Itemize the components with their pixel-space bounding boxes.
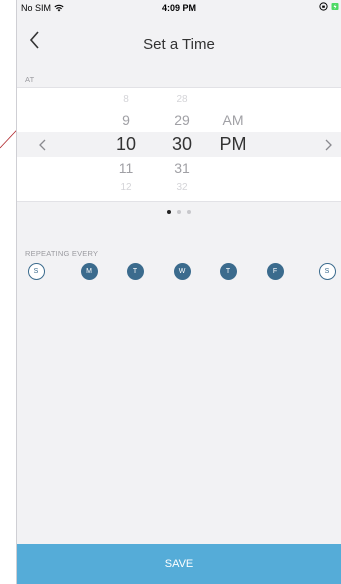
at-section-label: AT xyxy=(25,75,35,84)
hour-option[interactable]: 11 xyxy=(109,160,143,176)
page-title: Set a Time xyxy=(143,36,215,53)
minute-option-selected[interactable]: 30 xyxy=(165,134,199,155)
day-toggle-saturday[interactable]: S xyxy=(318,263,336,280)
status-bar: No SIM 4:09 PM xyxy=(17,0,341,18)
page-dot[interactable] xyxy=(177,210,181,214)
day-toggle-wednesday[interactable]: W xyxy=(173,263,191,280)
save-button[interactable]: SAVE xyxy=(17,544,341,584)
chevron-left-icon xyxy=(39,139,46,151)
day-toggle-friday[interactable]: F xyxy=(266,263,284,280)
page-dot[interactable] xyxy=(187,210,191,214)
weekday-selector: S M T W T F S xyxy=(17,263,341,291)
day-toggle-thursday[interactable]: T xyxy=(219,263,237,280)
hour-option[interactable]: 9 xyxy=(109,112,143,128)
day-toggle-tuesday[interactable]: T xyxy=(126,263,144,280)
minute-option[interactable]: 31 xyxy=(165,160,199,176)
day-toggle-sunday[interactable]: S xyxy=(27,263,45,280)
hour-option[interactable]: 8 xyxy=(109,94,143,105)
period-option[interactable]: AM xyxy=(216,112,250,128)
next-button[interactable] xyxy=(321,137,335,153)
page-dot-active[interactable] xyxy=(167,210,171,214)
status-right xyxy=(319,2,339,11)
phone-screen: No SIM 4:09 PM Set a Time AT 8 9 10 11 1… xyxy=(16,0,341,584)
hour-option[interactable]: 12 xyxy=(109,182,143,193)
hour-option-selected[interactable]: 10 xyxy=(109,134,143,155)
minute-option[interactable]: 28 xyxy=(165,94,199,105)
status-time: 4:09 PM xyxy=(161,3,196,13)
chevron-right-icon xyxy=(325,139,332,151)
period-option-selected[interactable]: PM xyxy=(216,134,250,155)
previous-button[interactable] xyxy=(36,137,50,153)
navigation-bar: Set a Time xyxy=(17,18,341,62)
time-picker[interactable]: 8 9 10 11 12 28 29 30 31 32 AM PM xyxy=(17,87,341,202)
repeating-section-label: REPEATING EVERY xyxy=(25,249,99,258)
day-toggle-monday[interactable]: M xyxy=(80,263,98,280)
minute-option[interactable]: 32 xyxy=(165,182,199,193)
minute-option[interactable]: 29 xyxy=(165,112,199,128)
orientation-lock-icon xyxy=(319,2,328,11)
battery-charging-icon xyxy=(331,3,339,10)
page-indicator xyxy=(17,210,341,214)
